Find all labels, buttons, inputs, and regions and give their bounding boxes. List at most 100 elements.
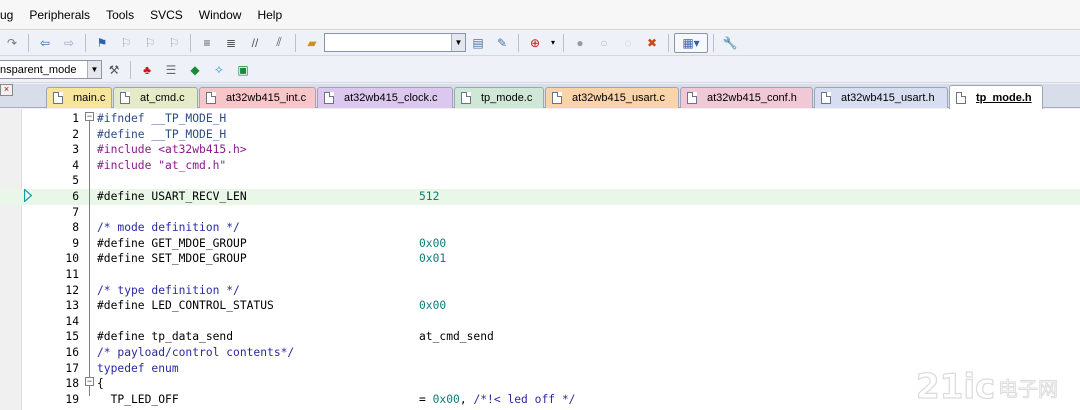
file-icon	[53, 92, 63, 104]
code-text: typedef enum	[97, 361, 179, 377]
incremental-find-icon[interactable]: ✎	[491, 33, 513, 53]
code-text: #include "at_cmd.h"	[97, 158, 226, 174]
menu-tools[interactable]: Tools	[98, 8, 142, 22]
code-line[interactable]: 7	[0, 205, 1080, 221]
find-combo[interactable]: ▼	[324, 33, 466, 52]
menu-window[interactable]: Window	[191, 8, 250, 22]
code-line[interactable]: 12 /* type definition */	[0, 283, 1080, 299]
file-icon	[206, 92, 216, 104]
debug-session-icon[interactable]: ⊕	[524, 33, 546, 53]
select-packs-icon[interactable]: ⟡	[208, 60, 230, 80]
target-combo[interactable]: nsparent_mode ▼	[0, 60, 102, 79]
main-toolbar: ↷ ⇦ ⇨ ⚑ ⚐ ⚐ ⚐ ≡ ≣ // ⫽ ▰ ▼ ▤ ✎ ⊕ ▾ ● ○ ◌…	[0, 30, 1080, 56]
code-value: 0x00	[419, 236, 447, 250]
tab-label: at32wb415_conf.h	[707, 92, 797, 104]
nav-forward-icon[interactable]: ⇨	[58, 33, 80, 53]
line-number: 8	[72, 221, 79, 235]
tab-at32wb415-usart-h[interactable]: at32wb415_usart.h	[814, 87, 948, 108]
clear-bookmarks-icon[interactable]: ⚐	[163, 33, 185, 53]
kill-breakpoints-icon[interactable]: ✖	[641, 33, 663, 53]
code-text: TP_LED_OFF	[97, 392, 179, 408]
svg-text:21ic: 21ic	[916, 367, 995, 406]
find-in-files-icon[interactable]: ▤	[467, 33, 489, 53]
window-layout-icon[interactable]: ▦▾	[674, 32, 708, 53]
code-line[interactable]: 2 #define __TP_MODE_H	[0, 127, 1080, 143]
next-bookmark-icon[interactable]: ⚐	[139, 33, 161, 53]
code-token: "at_cmd.h"	[158, 158, 227, 172]
bookmark-icon[interactable]: ⚑	[91, 33, 113, 53]
target-options-icon[interactable]: ⚒	[103, 60, 125, 80]
file-icon	[821, 92, 831, 104]
breakpoint-icon[interactable]: ●	[569, 33, 591, 53]
code-line[interactable]: 6 #define USART_RECV_LEN 512	[0, 189, 1080, 205]
line-number: 9	[72, 236, 79, 250]
code-line[interactable]: 3 #include <at32wb415.h>	[0, 142, 1080, 158]
chevron-down-icon[interactable]: ▾	[548, 33, 558, 53]
fold-collapse-icon[interactable]: −	[85, 377, 94, 386]
line-number: 4	[72, 158, 79, 172]
close-panel-icon[interactable]: ×	[0, 84, 13, 96]
manage-icon[interactable]: ☰	[160, 60, 182, 80]
chevron-down-icon[interactable]: ▼	[451, 34, 465, 51]
code-line[interactable]: 8 /* mode definition */	[0, 220, 1080, 236]
line-number: 1	[72, 112, 79, 125]
tab-label: at32wb415_usart.h	[841, 92, 935, 104]
menu-debug[interactable]: ug	[0, 8, 21, 22]
code-text: #define LED_CONTROL_STATUS	[97, 298, 274, 314]
code-line[interactable]: 4 #include "at_cmd.h"	[0, 158, 1080, 174]
code-token: /* mode definition */	[97, 221, 240, 235]
open-folder-icon[interactable]: ▰	[301, 33, 323, 53]
line-number: 3	[72, 143, 79, 157]
code-value: 0x00	[419, 299, 447, 313]
project-items-icon[interactable]: ♣	[136, 60, 158, 80]
nav-back-icon[interactable]: ⇦	[34, 33, 56, 53]
tab-tp-mode-h[interactable]: tp_mode.h	[949, 85, 1043, 109]
toolbar-separator	[85, 33, 86, 52]
code-line[interactable]: 15 #define tp_data_send at_cmd_send	[0, 329, 1080, 345]
line-number: 14	[65, 314, 79, 328]
tab-label: tp_mode.h	[976, 91, 1032, 104]
prev-bookmark-icon[interactable]: ⚐	[115, 33, 137, 53]
run-time-environment-icon[interactable]: ▣	[232, 60, 254, 80]
code-line[interactable]: 13 #define LED_CONTROL_STATUS 0x00	[0, 298, 1080, 314]
tab-at32wb415-usart-c[interactable]: at32wb415_usart.c	[545, 87, 679, 108]
code-editor[interactable]: 1 #ifndef __TP_MODE_H 2 #define __TP_MODE_H…	[0, 109, 1080, 410]
unindent-icon[interactable]: ≣	[220, 33, 242, 53]
code-line[interactable]: 14	[0, 314, 1080, 330]
tab-at32wb415-conf-h[interactable]: at32wb415_conf.h	[680, 87, 813, 108]
code-line[interactable]: 11	[0, 267, 1080, 283]
configure-icon[interactable]: 🔧	[719, 33, 741, 53]
uncomment-icon[interactable]: ⫽	[268, 33, 290, 53]
code-token: #ifndef __TP_MODE_H	[97, 112, 227, 125]
line-number: 16	[65, 346, 79, 359]
code-text: {	[97, 376, 104, 392]
tab-at-cmd-c[interactable]: at_cmd.c	[113, 87, 198, 108]
tab-at32wb415-clock-c[interactable]: at32wb415_clock.c	[317, 87, 453, 108]
menu-svcs[interactable]: SVCS	[142, 8, 191, 22]
menu-help[interactable]: Help	[249, 8, 290, 22]
redo-icon[interactable]: ↷	[1, 33, 23, 53]
code-line[interactable]: 16 /* payload/control contents*/	[0, 345, 1080, 361]
code-line[interactable]: 10 #define SET_MDOE_GROUP 0x01	[0, 251, 1080, 267]
toolbar-separator	[563, 33, 564, 52]
comment-icon[interactable]: //	[244, 33, 266, 53]
chevron-down-icon[interactable]: ▼	[87, 61, 101, 78]
disable-all-breakpoints-icon[interactable]: ◌	[617, 33, 639, 53]
menu-peripherals[interactable]: Peripherals	[21, 8, 98, 22]
pack-installer-icon[interactable]: ◆	[184, 60, 206, 80]
code-text: #define __TP_MODE_H	[97, 127, 226, 143]
disable-breakpoint-icon[interactable]: ○	[593, 33, 615, 53]
tab-at32wb415-int-c[interactable]: at32wb415_int.c	[199, 87, 316, 108]
fold-collapse-icon[interactable]: −	[85, 112, 94, 121]
code-token: {	[97, 377, 104, 391]
tab-tp-mode-c[interactable]: tp_mode.c	[454, 87, 544, 108]
code-text: #define USART_RECV_LEN	[97, 189, 247, 205]
line-number: 15	[65, 330, 79, 344]
code-line[interactable]: 9 #define GET_MDOE_GROUP 0x00	[0, 236, 1080, 252]
line-number: 7	[72, 205, 79, 219]
tab-main-c[interactable]: main.c	[46, 87, 112, 108]
code-line[interactable]: 5	[0, 173, 1080, 189]
code-line[interactable]: 1 #ifndef __TP_MODE_H	[0, 111, 1080, 127]
indent-icon[interactable]: ≡	[196, 33, 218, 53]
toolbar-separator	[295, 33, 296, 52]
